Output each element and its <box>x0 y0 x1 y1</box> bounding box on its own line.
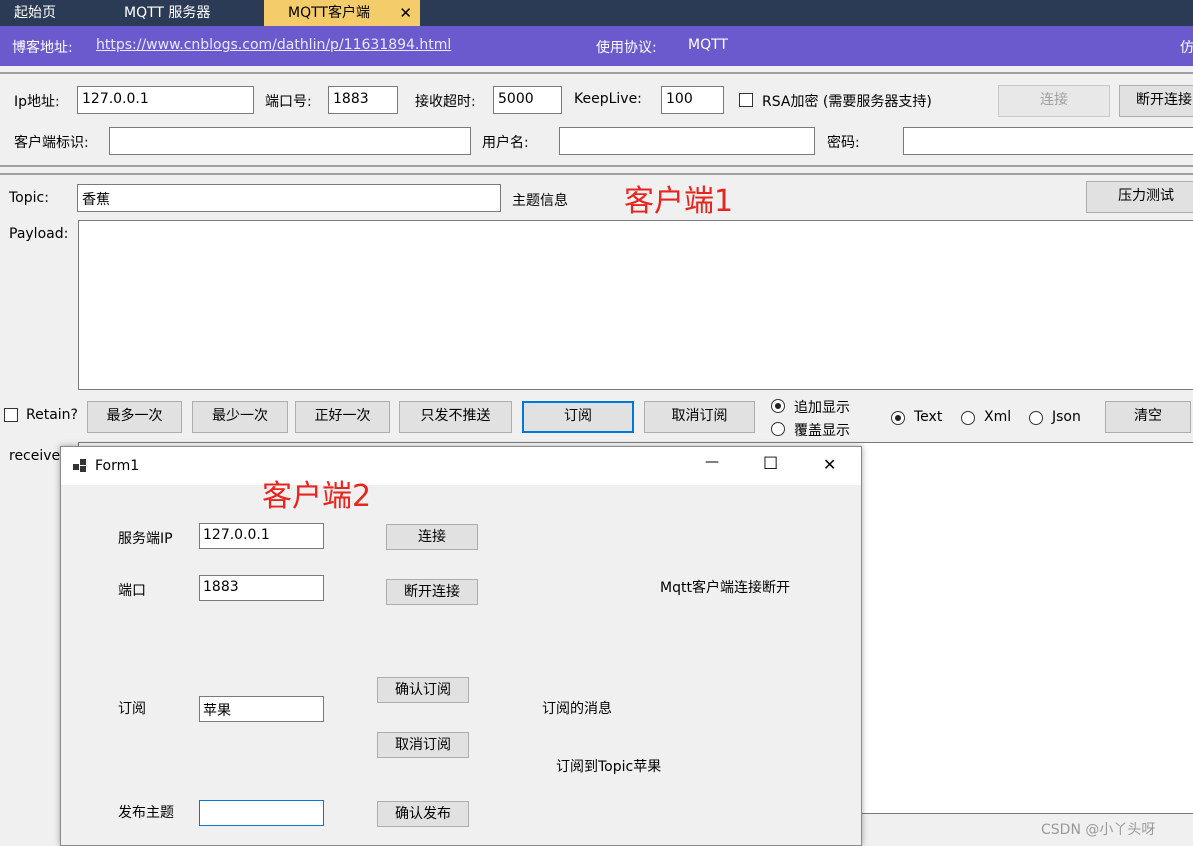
topic-info-label: 主题信息 <box>512 193 568 209</box>
blog-label: 博客地址: <box>12 40 73 56</box>
receive-label: receive <box>9 448 61 464</box>
divider <box>0 72 1193 74</box>
publish-only-button[interactable]: 只发不推送 <box>399 401 512 433</box>
connect-button[interactable]: 连接 <box>998 85 1110 117</box>
timeout-input[interactable]: 5000 <box>493 86 562 114</box>
tab-mqtt-server[interactable]: MQTT 服务器 <box>110 0 262 26</box>
disconnect-button[interactable]: 断开连接 <box>386 579 478 605</box>
client-id-label: 客户端标识: <box>14 135 89 151</box>
client2-annotation: 客户端2 <box>262 479 372 514</box>
port-input[interactable]: 1883 <box>199 575 324 601</box>
publish-topic-label: 发布主题 <box>118 805 174 821</box>
tab-label: 起始页 <box>14 5 56 21</box>
format-json-radio[interactable] <box>1029 411 1043 425</box>
blog-link[interactable]: https://www.cnblogs.com/dathlin/p/116318… <box>96 37 451 53</box>
protocol-value: MQTT <box>688 37 728 53</box>
unsubscribe-button[interactable]: 取消订阅 <box>644 401 755 433</box>
server-ip-label: 服务端IP <box>118 531 173 547</box>
keeplive-input[interactable]: 100 <box>661 86 724 114</box>
clear-button[interactable]: 清空 <box>1105 401 1191 433</box>
connect-button[interactable]: 连接 <box>386 524 478 550</box>
divider <box>0 165 1193 167</box>
maximize-icon[interactable]: ☐ <box>763 454 778 474</box>
subscribe-topic-input[interactable]: 苹果 <box>199 696 324 722</box>
clipped-text: 仿 <box>1180 40 1193 56</box>
append-display-radio[interactable] <box>771 399 785 413</box>
subscribed-message-label: 订阅的消息 <box>542 701 612 717</box>
qos-at-most-once-button[interactable]: 最多一次 <box>87 401 182 433</box>
port-label: 端口 <box>118 583 146 599</box>
subscribe-button[interactable]: 订阅 <box>522 401 634 433</box>
rsa-label: RSA加密 (需要服务器支持) <box>762 94 932 110</box>
tab-start-page[interactable]: 起始页 <box>0 0 110 26</box>
disconnect-button[interactable]: 断开连接 <box>1119 85 1193 117</box>
form1-window: Form1 — ☐ ✕ 客户端2 服务端IP 127.0.0.1 连接 端口 1… <box>60 446 862 846</box>
format-text-radio[interactable] <box>891 411 905 425</box>
username-input[interactable] <box>559 127 815 155</box>
server-ip-input[interactable]: 127.0.0.1 <box>199 523 324 549</box>
format-xml-label: Xml <box>984 409 1012 425</box>
ip-label: Ip地址: <box>14 94 60 110</box>
append-display-label: 追加显示 <box>794 400 850 416</box>
qos-exactly-once-button[interactable]: 正好一次 <box>295 401 390 433</box>
retain-checkbox[interactable] <box>4 408 18 422</box>
stress-test-button[interactable]: 压力测试 <box>1086 181 1193 213</box>
rsa-checkbox[interactable] <box>739 93 753 107</box>
tab-label: MQTT客户端 <box>288 5 370 21</box>
app-icon <box>73 459 86 472</box>
divider <box>0 173 1193 175</box>
topic-input[interactable]: 香蕉 <box>77 184 501 212</box>
close-icon[interactable]: ✕ <box>823 455 836 474</box>
keeplive-label: KeepLive: <box>574 91 642 107</box>
info-bar: 博客地址: https://www.cnblogs.com/dathlin/p/… <box>0 26 1193 66</box>
password-input[interactable] <box>903 127 1193 155</box>
publish-topic-input[interactable] <box>199 800 324 826</box>
payload-label: Payload: <box>9 226 69 242</box>
tab-label: MQTT 服务器 <box>124 5 211 21</box>
tab-mqtt-client[interactable]: MQTT客户端 ✕ <box>264 0 420 26</box>
overwrite-display-label: 覆盖显示 <box>794 423 850 439</box>
format-json-label: Json <box>1052 409 1081 425</box>
format-text-label: Text <box>914 409 943 425</box>
subscribe-label: 订阅 <box>118 701 146 717</box>
form1-titlebar[interactable]: Form1 — ☐ ✕ <box>61 447 861 485</box>
close-icon[interactable]: ✕ <box>399 0 412 26</box>
topic-label: Topic: <box>9 190 49 206</box>
ip-input[interactable]: 127.0.0.1 <box>77 86 254 114</box>
connection-status-text: Mqtt客户端连接断开 <box>660 580 790 596</box>
client-id-input[interactable] <box>109 127 471 155</box>
format-xml-radio[interactable] <box>961 411 975 425</box>
timeout-label: 接收超时: <box>415 94 476 110</box>
unsubscribe-button[interactable]: 取消订阅 <box>377 732 469 758</box>
tab-bar: 起始页 MQTT 服务器 MQTT客户端 ✕ <box>0 0 1193 26</box>
overwrite-display-radio[interactable] <box>771 422 785 436</box>
watermark: CSDN @小丫头呀 <box>1041 822 1156 838</box>
password-label: 密码: <box>827 135 860 151</box>
port-label: 端口号: <box>265 94 312 110</box>
port-input[interactable]: 1883 <box>328 86 398 114</box>
form1-title: Form1 <box>95 458 140 474</box>
client1-annotation: 客户端1 <box>624 184 734 219</box>
retain-label: Retain? <box>26 407 78 423</box>
protocol-label: 使用协议: <box>596 40 657 56</box>
minimize-icon[interactable]: — <box>705 454 719 470</box>
username-label: 用户名: <box>482 135 529 151</box>
qos-at-least-once-button[interactable]: 最少一次 <box>192 401 288 433</box>
payload-textarea[interactable] <box>78 220 1193 390</box>
subscribed-topic-text: 订阅到Topic苹果 <box>556 759 662 775</box>
confirm-publish-button[interactable]: 确认发布 <box>377 801 469 827</box>
confirm-subscribe-button[interactable]: 确认订阅 <box>377 677 469 703</box>
